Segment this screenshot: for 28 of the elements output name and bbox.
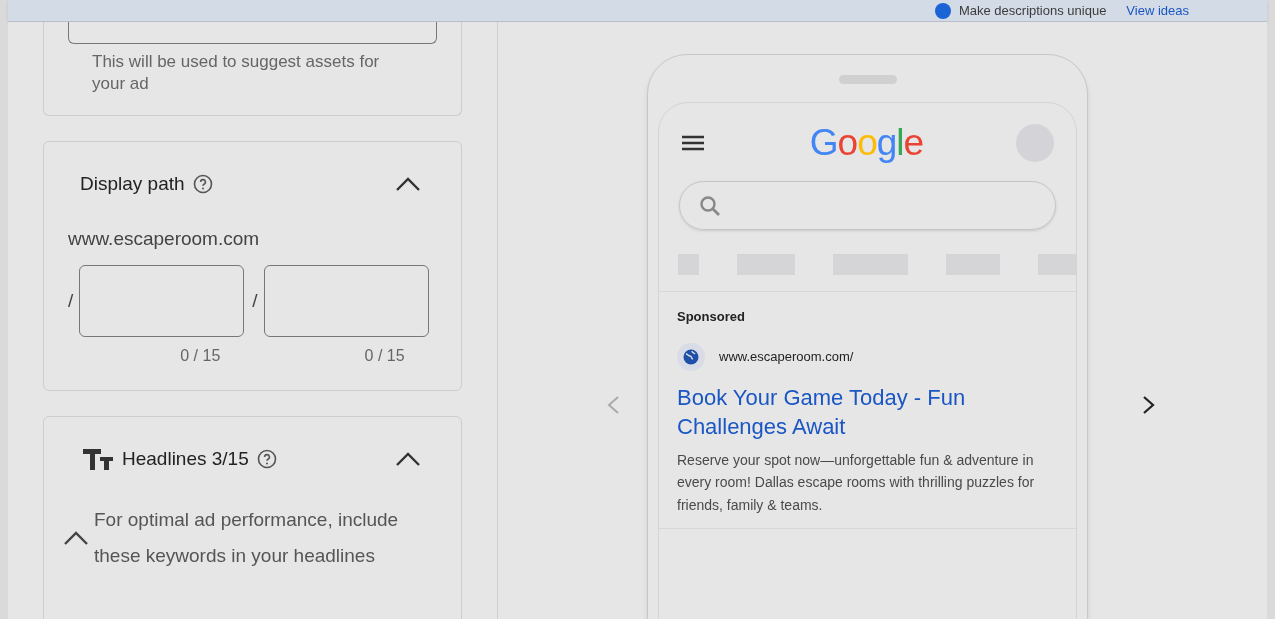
text-size-icon [82,447,114,472]
menu-icon[interactable] [681,134,705,152]
character-counter: 0 / 15 [180,346,221,366]
banner-text: Make descriptions unique [958,1,1107,20]
character-counter: 0 / 15 [364,346,405,366]
helper-text: This will be used to suggest assets for your ad [91,51,381,95]
keyword-tip-text: For optimal ad performance, include these keywords in your headlines [94,507,400,568]
collapse-chevron-icon[interactable] [395,176,421,193]
sponsored-label: Sponsored [677,308,746,326]
help-icon[interactable] [256,449,277,470]
path-separator: / [252,288,258,313]
ad-url: www.escaperoom.com/ [719,347,854,366]
section-title: Display path [80,172,185,196]
section-title: Headlines 3/15 [122,447,249,471]
ad-headline-link[interactable]: Book Your Game Today - Fun Challenges Await [677,382,1007,441]
domain-text: www.escaperoom.com [68,226,261,251]
view-ideas-link[interactable]: View ideas [1126,0,1189,21]
help-icon[interactable] [192,174,213,195]
globe-icon [677,342,705,371]
input-field[interactable] [68,22,437,44]
path-separator: / [68,288,74,313]
path-input-field[interactable] [79,265,245,337]
ad-description: Reserve your spot now—unforgettable fun & adventure in every room! Dallas escape rooms with thrilling puzzles for friends, family & teams. [677,450,1036,515]
path-input-field[interactable] [263,265,429,337]
collapse-chevron-icon[interactable] [63,529,89,546]
google-logo: Google [809,123,924,163]
search-icon [698,193,722,218]
collapse-chevron-icon[interactable] [395,451,421,468]
